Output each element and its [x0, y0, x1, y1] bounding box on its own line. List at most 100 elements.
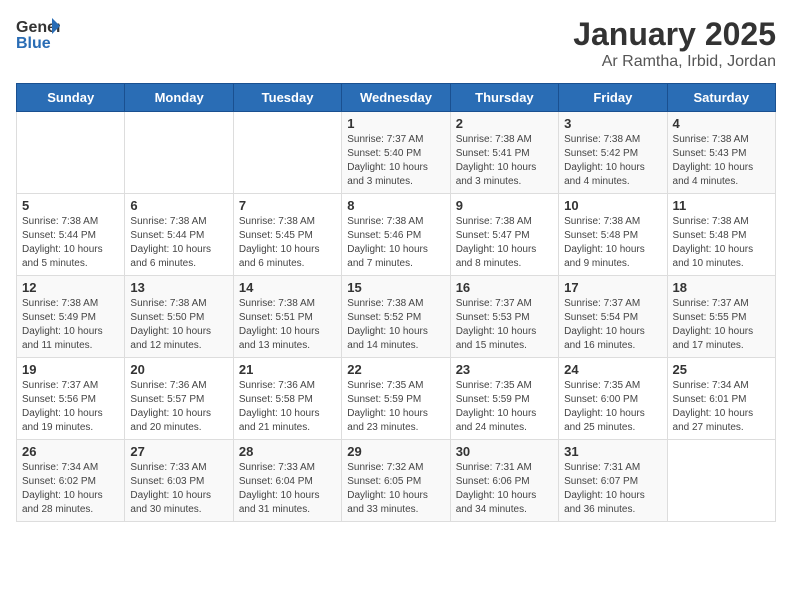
day-number: 4	[673, 116, 770, 131]
day-number: 1	[347, 116, 444, 131]
calendar-cell: 24Sunrise: 7:35 AMSunset: 6:00 PMDayligh…	[559, 358, 667, 440]
day-info: Sunrise: 7:34 AMSunset: 6:01 PMDaylight:…	[673, 379, 770, 435]
day-number: 21	[239, 362, 336, 377]
day-info: Sunrise: 7:38 AMSunset: 5:43 PMDaylight:…	[673, 133, 770, 189]
day-number: 25	[673, 362, 770, 377]
calendar-cell: 31 Sunrise: 7:31 AMSunset: 6:07 PMDayligh…	[559, 440, 667, 522]
day-info: Sunrise: 7:38 AMSunset: 5:46 PMDaylight:…	[347, 215, 444, 271]
logo: General Blue	[16, 16, 62, 52]
calendar-cell	[667, 440, 775, 522]
day-number: 2	[456, 116, 553, 131]
day-number: 17	[564, 280, 661, 295]
day-info: Sunrise: 7:37 AMSunset: 5:53 PMDaylight:…	[456, 297, 553, 353]
calendar-week-row: 26 Sunrise: 7:34 AMSunset: 6:02 PMDayligh…	[17, 440, 776, 522]
calendar-cell: 2Sunrise: 7:38 AMSunset: 5:41 PMDaylight…	[450, 112, 558, 194]
calendar-cell: 11 Sunrise: 7:38 AMSunset: 5:48 PMDayligh…	[667, 194, 775, 276]
day-info: Sunrise: 7:35 AMSunset: 5:59 PMDaylight:…	[456, 379, 553, 435]
day-info: Sunrise: 7:33 AMSunset: 6:03 PMDaylight:…	[130, 461, 227, 517]
day-number: 24	[564, 362, 661, 377]
calendar-cell: 22 Sunrise: 7:35 AMSunset: 5:59 PMDayligh…	[342, 358, 450, 440]
day-info: Sunrise: 7:38 AMSunset: 5:50 PMDaylight:…	[130, 297, 227, 353]
calendar-table: SundayMondayTuesdayWednesdayThursdayFrid…	[16, 83, 776, 522]
svg-text:Blue: Blue	[16, 35, 51, 52]
calendar-cell: 14 Sunrise: 7:38 AMSunset: 5:51 PMDayligh…	[233, 276, 341, 358]
day-info: Sunrise: 7:38 AMSunset: 5:44 PMDaylight:…	[130, 215, 227, 271]
day-info: Sunrise: 7:34 AMSunset: 6:02 PMDaylight:…	[22, 461, 119, 517]
calendar-cell: 16 Sunrise: 7:37 AMSunset: 5:53 PMDayligh…	[450, 276, 558, 358]
calendar-cell: 3Sunrise: 7:38 AMSunset: 5:42 PMDaylight…	[559, 112, 667, 194]
day-info: Sunrise: 7:32 AMSunset: 6:05 PMDaylight:…	[347, 461, 444, 517]
weekday-header-row: SundayMondayTuesdayWednesdayThursdayFrid…	[17, 84, 776, 112]
day-number: 5	[22, 198, 119, 213]
day-number: 11	[673, 198, 770, 213]
day-info: Sunrise: 7:38 AMSunset: 5:42 PMDaylight:…	[564, 133, 661, 189]
weekday-header: Thursday	[450, 84, 558, 112]
day-number: 26	[22, 444, 119, 459]
day-info: Sunrise: 7:38 AMSunset: 5:44 PMDaylight:…	[22, 215, 119, 271]
day-number: 23	[456, 362, 553, 377]
calendar-week-row: 19Sunrise: 7:37 AMSunset: 5:56 PMDayligh…	[17, 358, 776, 440]
calendar-cell: 5 Sunrise: 7:38 AMSunset: 5:44 PMDaylight…	[17, 194, 125, 276]
day-number: 27	[130, 444, 227, 459]
calendar-cell: 20Sunrise: 7:36 AMSunset: 5:57 PMDayligh…	[125, 358, 233, 440]
calendar-cell: 26 Sunrise: 7:34 AMSunset: 6:02 PMDayligh…	[17, 440, 125, 522]
day-info: Sunrise: 7:37 AMSunset: 5:54 PMDaylight:…	[564, 297, 661, 353]
calendar-cell: 6 Sunrise: 7:38 AMSunset: 5:44 PMDaylight…	[125, 194, 233, 276]
calendar-cell: 27 Sunrise: 7:33 AMSunset: 6:03 PMDayligh…	[125, 440, 233, 522]
calendar-cell: 29 Sunrise: 7:32 AMSunset: 6:05 PMDayligh…	[342, 440, 450, 522]
day-number: 29	[347, 444, 444, 459]
weekday-header: Saturday	[667, 84, 775, 112]
weekday-header: Tuesday	[233, 84, 341, 112]
title-section: January 2025 Ar Ramtha, Irbid, Jordan	[573, 16, 776, 71]
day-info: Sunrise: 7:31 AMSunset: 6:07 PMDaylight:…	[564, 461, 661, 517]
day-info: Sunrise: 7:38 AMSunset: 5:51 PMDaylight:…	[239, 297, 336, 353]
day-info: Sunrise: 7:38 AMSunset: 5:45 PMDaylight:…	[239, 215, 336, 271]
calendar-week-row: 1Sunrise: 7:37 AMSunset: 5:40 PMDaylight…	[17, 112, 776, 194]
day-info: Sunrise: 7:38 AMSunset: 5:52 PMDaylight:…	[347, 297, 444, 353]
day-number: 16	[456, 280, 553, 295]
day-info: Sunrise: 7:38 AMSunset: 5:47 PMDaylight:…	[456, 215, 553, 271]
calendar-cell: 19Sunrise: 7:37 AMSunset: 5:56 PMDayligh…	[17, 358, 125, 440]
calendar-cell: 8 Sunrise: 7:38 AMSunset: 5:46 PMDaylight…	[342, 194, 450, 276]
day-number: 30	[456, 444, 553, 459]
weekday-header: Sunday	[17, 84, 125, 112]
day-number: 6	[130, 198, 227, 213]
location-title: Ar Ramtha, Irbid, Jordan	[573, 53, 776, 71]
day-number: 20	[130, 362, 227, 377]
calendar-cell: 25 Sunrise: 7:34 AMSunset: 6:01 PMDayligh…	[667, 358, 775, 440]
weekday-header: Monday	[125, 84, 233, 112]
day-number: 9	[456, 198, 553, 213]
day-info: Sunrise: 7:35 AMSunset: 5:59 PMDaylight:…	[347, 379, 444, 435]
day-number: 28	[239, 444, 336, 459]
day-number: 10	[564, 198, 661, 213]
calendar-week-row: 5 Sunrise: 7:38 AMSunset: 5:44 PMDaylight…	[17, 194, 776, 276]
calendar-cell	[233, 112, 341, 194]
day-info: Sunrise: 7:38 AMSunset: 5:48 PMDaylight:…	[564, 215, 661, 271]
day-info: Sunrise: 7:31 AMSunset: 6:06 PMDaylight:…	[456, 461, 553, 517]
month-title: January 2025	[573, 16, 776, 53]
calendar-cell: 17 Sunrise: 7:37 AMSunset: 5:54 PMDayligh…	[559, 276, 667, 358]
day-number: 12	[22, 280, 119, 295]
day-info: Sunrise: 7:37 AMSunset: 5:55 PMDaylight:…	[673, 297, 770, 353]
calendar-cell: 9 Sunrise: 7:38 AMSunset: 5:47 PMDaylight…	[450, 194, 558, 276]
day-number: 31	[564, 444, 661, 459]
day-number: 8	[347, 198, 444, 213]
calendar-cell: 13 Sunrise: 7:38 AMSunset: 5:50 PMDayligh…	[125, 276, 233, 358]
page-header: General Blue January 2025 Ar Ramtha, Irb…	[16, 16, 776, 71]
day-number: 22	[347, 362, 444, 377]
calendar-cell: 23 Sunrise: 7:35 AMSunset: 5:59 PMDayligh…	[450, 358, 558, 440]
day-number: 19	[22, 362, 119, 377]
calendar-week-row: 12Sunrise: 7:38 AMSunset: 5:49 PMDayligh…	[17, 276, 776, 358]
calendar-cell: 4 Sunrise: 7:38 AMSunset: 5:43 PMDaylight…	[667, 112, 775, 194]
calendar-cell: 28Sunrise: 7:33 AMSunset: 6:04 PMDayligh…	[233, 440, 341, 522]
day-info: Sunrise: 7:38 AMSunset: 5:48 PMDaylight:…	[673, 215, 770, 271]
day-number: 18	[673, 280, 770, 295]
calendar-cell: 10 Sunrise: 7:38 AMSunset: 5:48 PMDayligh…	[559, 194, 667, 276]
day-number: 15	[347, 280, 444, 295]
calendar-cell: 1Sunrise: 7:37 AMSunset: 5:40 PMDaylight…	[342, 112, 450, 194]
calendar-cell: 12Sunrise: 7:38 AMSunset: 5:49 PMDayligh…	[17, 276, 125, 358]
weekday-header: Wednesday	[342, 84, 450, 112]
weekday-header: Friday	[559, 84, 667, 112]
day-number: 14	[239, 280, 336, 295]
day-number: 13	[130, 280, 227, 295]
